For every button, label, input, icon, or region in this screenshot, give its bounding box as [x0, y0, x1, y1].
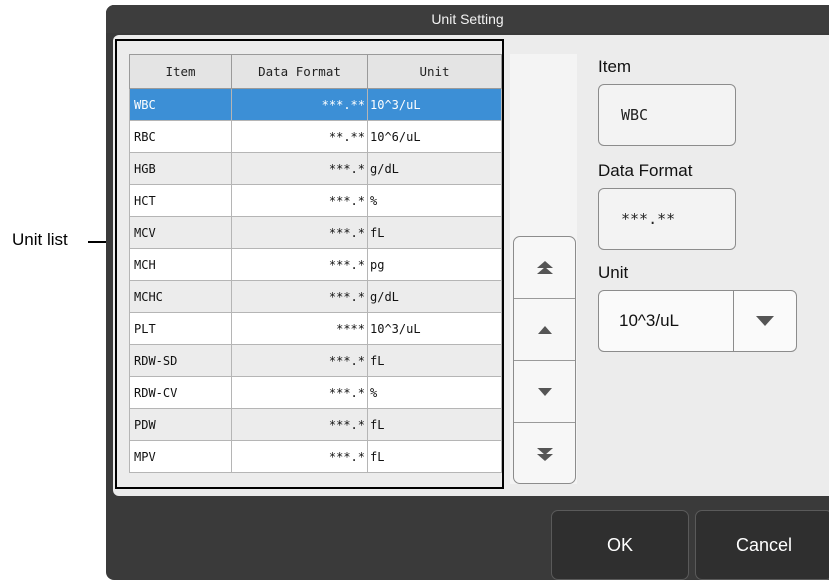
unit-list-table: Item Data Format Unit WBC ***.** 10^3/uL RB…	[129, 54, 502, 473]
cell-unit: g/dL	[367, 280, 502, 313]
table-row[interactable]: MCHC ***.* g/dL	[129, 280, 502, 313]
table-row[interactable]: HCT ***.*%	[129, 184, 502, 217]
cancel-button[interactable]: Cancel	[695, 510, 829, 580]
cell-unit: 10^6/uL	[367, 120, 502, 153]
cell-item: PDW	[129, 408, 232, 441]
cell-data-format: ***.*	[231, 248, 368, 281]
cell-data-format: ***.*	[231, 184, 368, 217]
table-row[interactable]: PDW ***.* fL	[129, 408, 502, 441]
cell-data-format: ***.*	[231, 280, 368, 313]
cell-data-format: ***.*	[231, 440, 368, 473]
scroll-button-group	[513, 236, 576, 484]
item-label: Item	[598, 57, 632, 76]
cell-data-format: **.**	[231, 120, 368, 153]
page-down-button[interactable]	[514, 423, 575, 483]
data-format-label: Data Format	[598, 161, 693, 180]
dialog-title: Unit Setting	[106, 5, 829, 33]
cell-unit: fL	[367, 344, 502, 377]
down-icon	[537, 387, 552, 396]
table-row[interactable]: MPV ***.* fL	[129, 440, 502, 473]
scroll-up-button[interactable]	[514, 299, 575, 361]
cell-item: RDW-SD	[129, 344, 232, 377]
page-up-button[interactable]	[514, 237, 575, 299]
cell-item: MPV	[129, 440, 232, 473]
table-row[interactable]: RBC **.** 10^6/uL	[129, 120, 502, 153]
cell-unit: fL	[367, 408, 502, 441]
cell-data-format: ***.*	[231, 216, 368, 249]
chevron-down-icon	[756, 316, 774, 326]
cell-unit: fL	[367, 216, 502, 249]
cell-unit: %	[367, 184, 502, 217]
column-header-unit: Unit	[367, 54, 502, 89]
cell-item: MCV	[129, 216, 232, 249]
up-icon	[537, 325, 552, 334]
unit-select[interactable]: 10^3/uL	[598, 290, 797, 352]
cell-data-format: ***.*	[231, 376, 368, 409]
scroll-down-button[interactable]	[514, 361, 575, 423]
cell-data-format: ***.*	[231, 408, 368, 441]
page-down-icon	[536, 448, 553, 461]
table-header-row: Item Data Format Unit	[129, 54, 502, 89]
unit-label: Unit	[598, 263, 629, 282]
cell-data-format: ****	[231, 312, 368, 345]
cell-unit: fL	[367, 440, 502, 473]
page-up-icon	[536, 260, 553, 274]
table-row[interactable]: WBC ***.** 10^3/uL	[129, 88, 502, 121]
cell-unit: 10^3/uL	[367, 88, 502, 121]
column-header-item: Item	[129, 54, 232, 89]
cell-data-format: ***.**	[231, 88, 368, 121]
unit-list-callout: Unit list	[12, 230, 68, 249]
unit-select-value: 10^3/uL	[619, 311, 679, 330]
table-row[interactable]: MCV ***.* fL	[129, 216, 502, 249]
cell-unit: %	[367, 376, 502, 409]
table-row[interactable]: RDW-CV ***.*%	[129, 376, 502, 409]
unit-dropdown-button[interactable]	[733, 291, 796, 351]
table-row[interactable]: RDW-SD ***.* fL	[129, 344, 502, 377]
cell-item: RBC	[129, 120, 232, 153]
table-row[interactable]: HGB ***.* g/dL	[129, 152, 502, 185]
column-header-data-format: Data Format	[231, 54, 368, 89]
cell-item: MCH	[129, 248, 232, 281]
ok-button[interactable]: OK	[551, 510, 689, 580]
cell-data-format: ***.*	[231, 344, 368, 377]
cell-unit: g/dL	[367, 152, 502, 185]
cell-item: HGB	[129, 152, 232, 185]
table-row[interactable]: PLT **** 10^3/uL	[129, 312, 502, 345]
cell-item: RDW-CV	[129, 376, 232, 409]
cell-item: MCHC	[129, 280, 232, 313]
cell-item: PLT	[129, 312, 232, 345]
cell-data-format: ***.*	[231, 152, 368, 185]
item-value-box: WBC	[598, 84, 736, 146]
cell-item: HCT	[129, 184, 232, 217]
cell-item: WBC	[129, 88, 232, 121]
table-row[interactable]: MCH ***.* pg	[129, 248, 502, 281]
cell-unit: 10^3/uL	[367, 312, 502, 345]
cell-unit: pg	[367, 248, 502, 281]
data-format-value-box: ***.**	[598, 188, 736, 250]
